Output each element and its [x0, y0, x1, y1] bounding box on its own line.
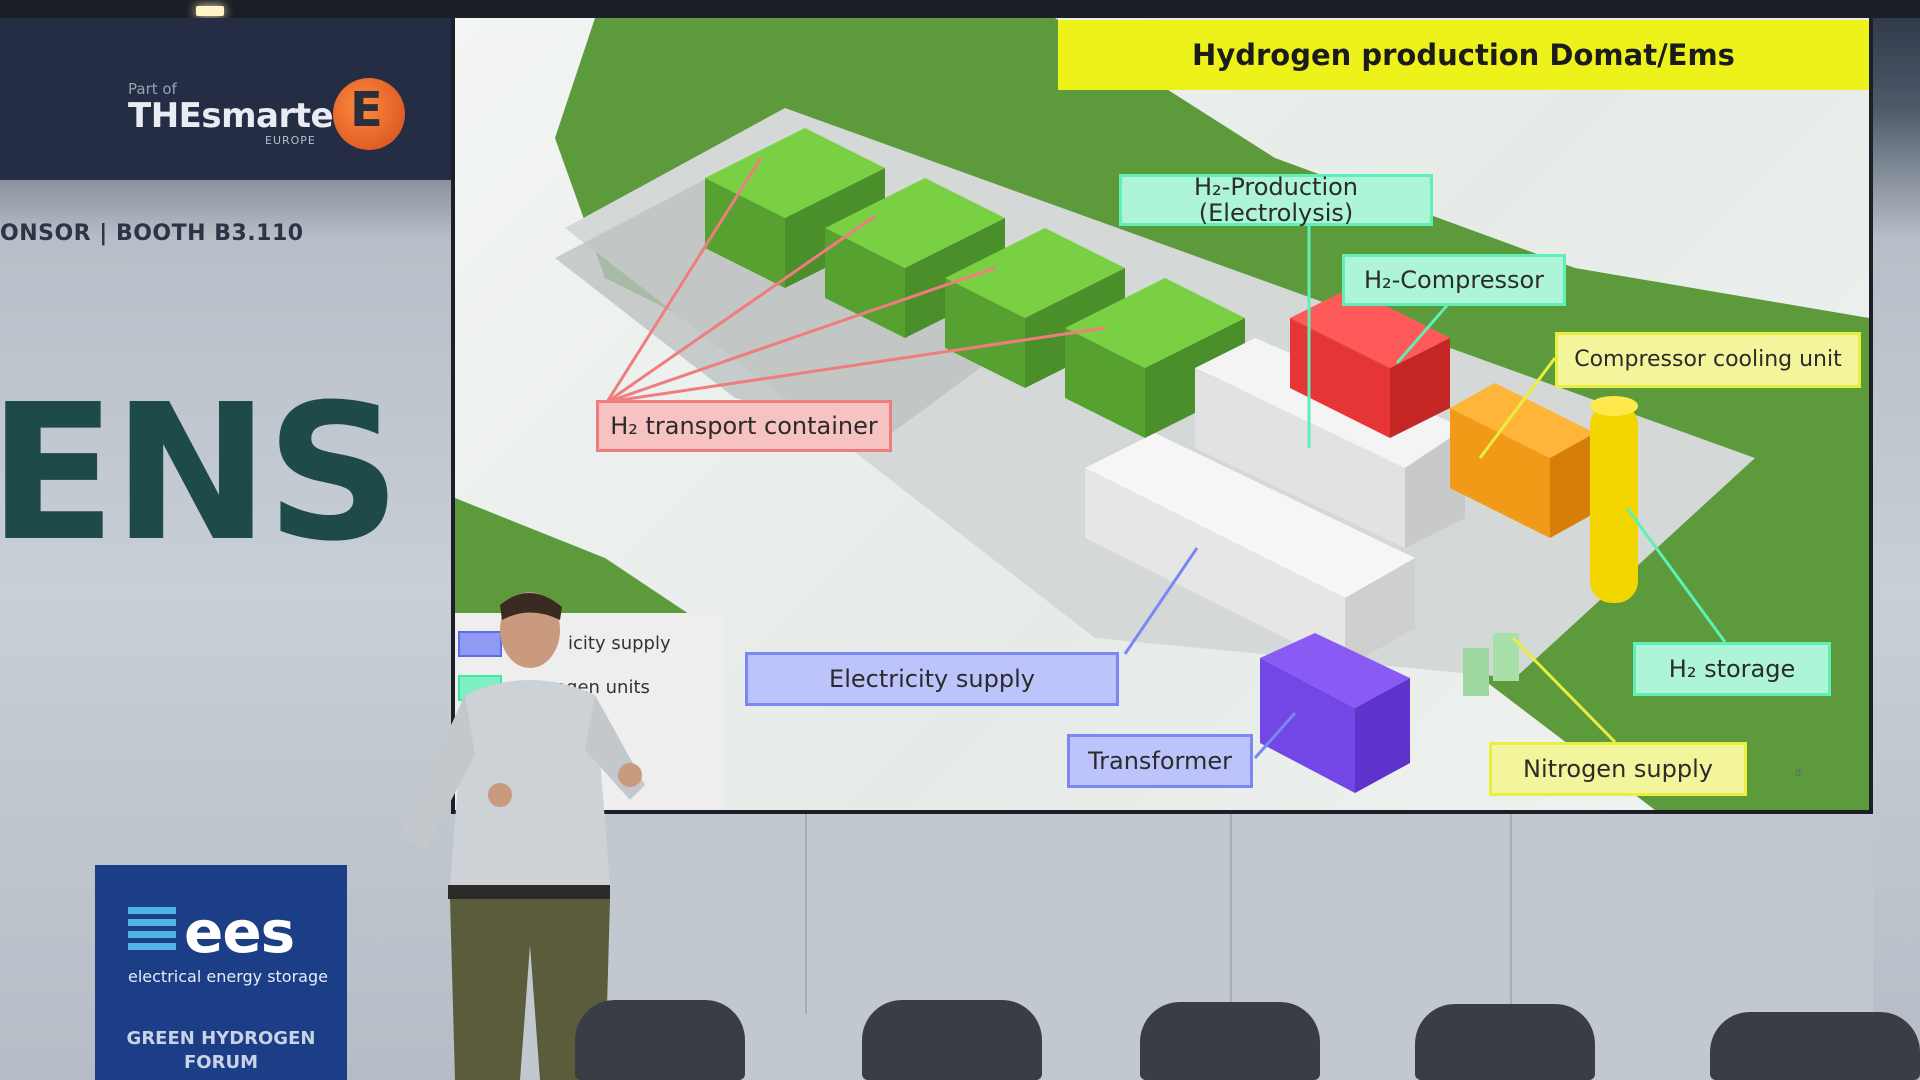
- label-h2-storage: H₂ storage: [1633, 642, 1831, 696]
- label-h2-transport-container: H₂ transport container: [596, 400, 892, 452]
- audience-chair: [1710, 1012, 1920, 1080]
- audience-chair: [1140, 1002, 1320, 1080]
- forum-title-line1: GREEN HYDROGEN: [126, 1028, 316, 1049]
- label-h2-compressor: H₂-Compressor: [1342, 254, 1566, 306]
- label-nitrogen-supply: Nitrogen supply: [1489, 742, 1747, 796]
- audience-chair: [862, 1000, 1042, 1080]
- label-compressor-cooling-unit: Compressor cooling unit: [1555, 332, 1861, 388]
- smarter-logo-text: THEsmarter: [128, 96, 350, 136]
- smarter-e-glyph: E: [350, 82, 383, 138]
- forum-title-line2: FORUM: [184, 1052, 258, 1073]
- label-transformer: Transformer: [1067, 734, 1253, 788]
- smarter-europe-text: EUROPE: [265, 134, 316, 147]
- label-h2-production-electrolysis: H₂-Production (Electrolysis): [1119, 173, 1433, 226]
- sponsor-logo-fragment: ENS: [0, 364, 401, 583]
- ees-logo-text: ees: [184, 898, 295, 966]
- audience-chair: [1415, 1004, 1595, 1080]
- panel-divider: [805, 814, 807, 1014]
- ees-subtitle: electrical energy storage: [128, 967, 328, 986]
- slide-title: Hydrogen production Domat/Ems: [1192, 38, 1735, 72]
- panel-divider: [1230, 814, 1232, 1014]
- slide-page-number: 8: [1795, 768, 1802, 779]
- h2-storage-tank: [1590, 403, 1638, 603]
- ees-logo-icon: [128, 907, 176, 951]
- label-electricity-supply: Electricity supply: [745, 652, 1119, 706]
- ceiling-light: [196, 6, 224, 16]
- nitrogen-unit: [1463, 648, 1489, 696]
- sponsor-booth-text: ONSOR | BOOTH B3.110: [0, 221, 304, 246]
- audience-chair: [575, 1000, 745, 1080]
- panel-divider: [1510, 814, 1512, 1014]
